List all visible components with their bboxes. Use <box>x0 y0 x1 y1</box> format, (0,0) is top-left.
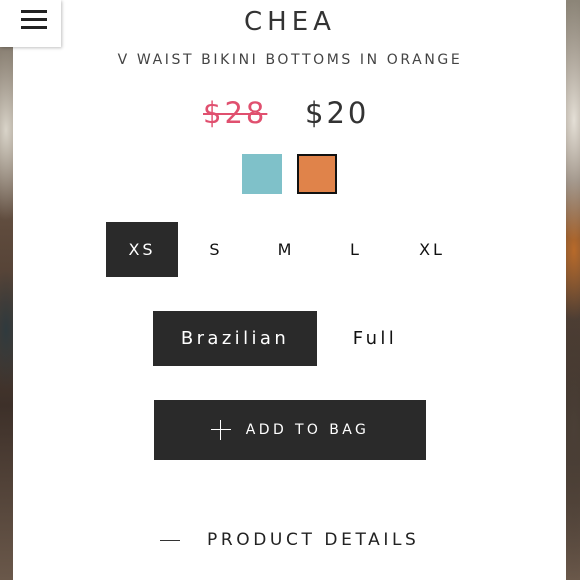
product-details-toggle[interactable]: PRODUCT DETAILS <box>160 530 419 550</box>
brand-title: CHEA <box>244 7 336 37</box>
size-option-xl[interactable]: XL <box>396 222 468 277</box>
cut-option-full[interactable]: Full <box>330 311 420 366</box>
add-to-bag-label: ADD TO BAG <box>245 422 370 438</box>
product-details-label: PRODUCT DETAILS <box>207 530 420 550</box>
size-option-s[interactable]: S <box>186 222 246 277</box>
hamburger-menu-icon-line <box>21 18 47 21</box>
hamburger-menu-icon-line <box>21 26 47 29</box>
sale-price: $20 <box>305 96 370 130</box>
size-option-l[interactable]: L <box>326 222 386 277</box>
size-option-xs[interactable]: XS <box>106 222 178 277</box>
minus-icon <box>160 539 180 541</box>
product-subtitle: V WAIST BIKINI BOTTOMS IN ORANGE <box>117 52 463 68</box>
plus-icon <box>210 420 231 440</box>
original-price: $28 <box>203 96 268 130</box>
color-swatch-orange[interactable] <box>297 154 337 194</box>
hamburger-menu-icon <box>21 10 47 13</box>
product-panel <box>13 0 566 580</box>
menu-button[interactable] <box>0 0 61 47</box>
size-option-m[interactable]: M <box>256 222 316 277</box>
color-swatch-blue[interactable] <box>242 154 282 194</box>
add-to-bag-button[interactable]: ADD TO BAG <box>154 400 426 460</box>
cut-option-brazilian[interactable]: Brazilian <box>153 311 317 366</box>
